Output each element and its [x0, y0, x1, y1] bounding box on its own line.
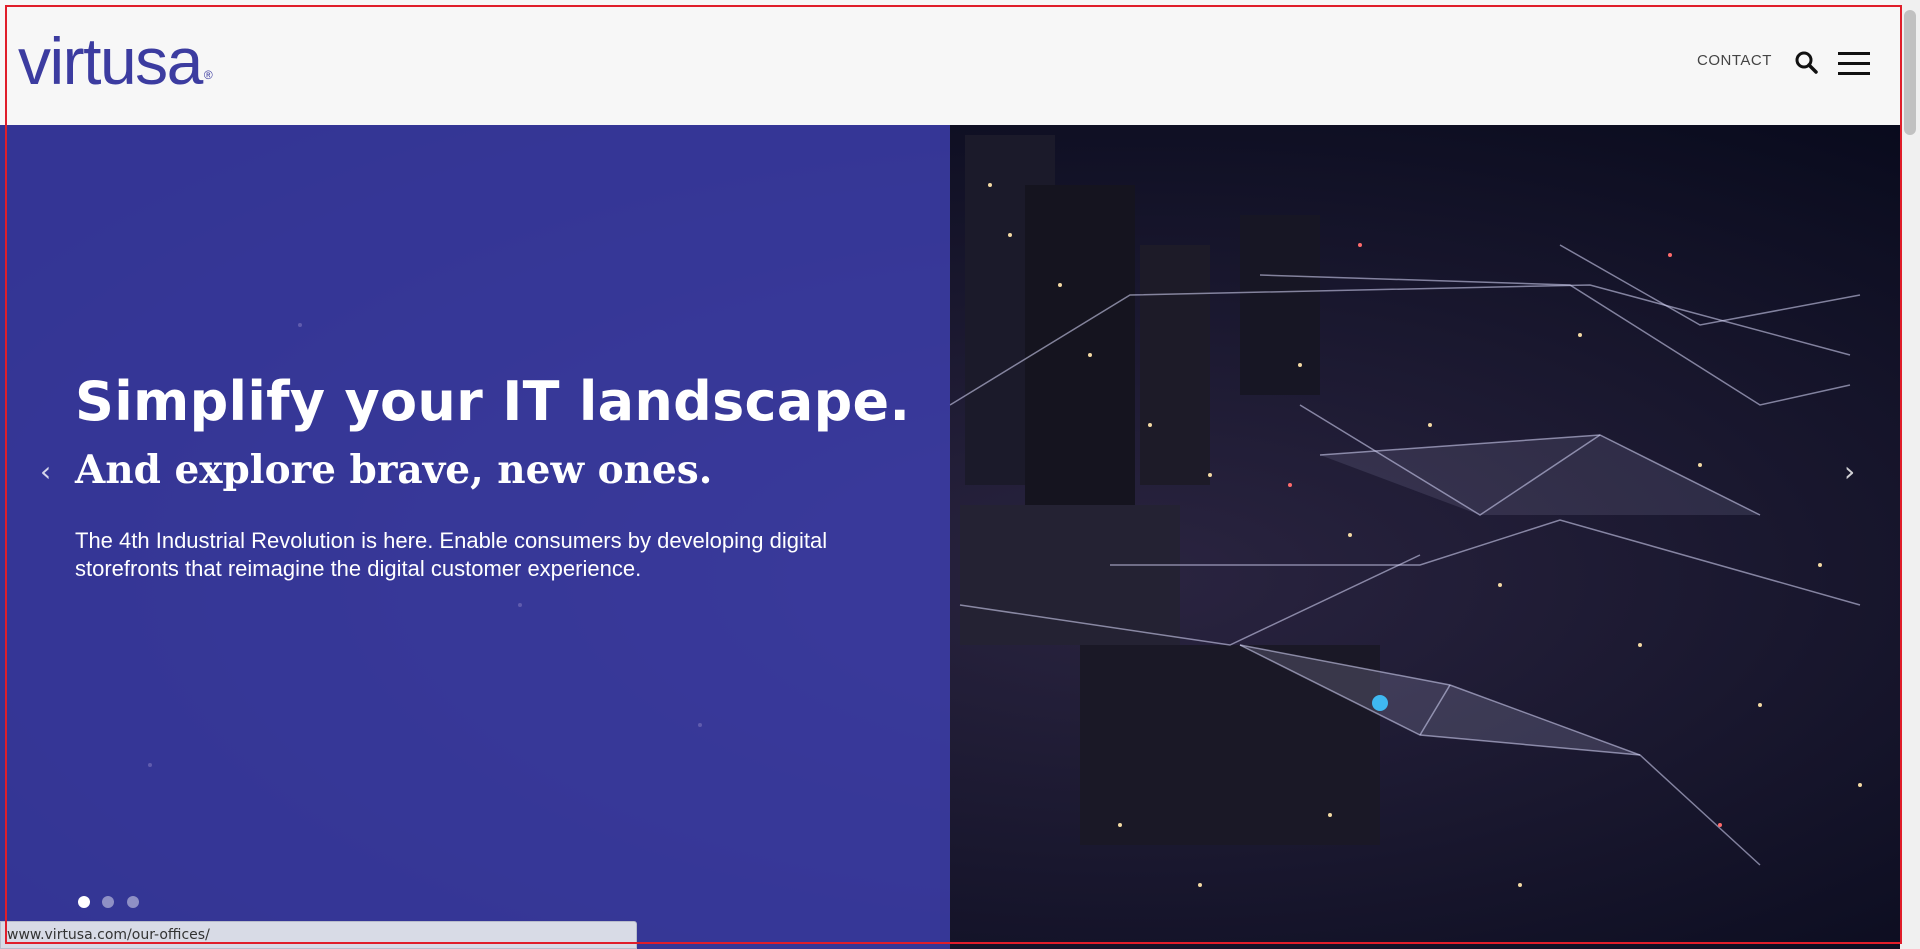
search-button[interactable] [1794, 50, 1818, 74]
carousel-pagination [78, 895, 147, 913]
page-scrollbar[interactable] [1900, 0, 1920, 949]
carousel-next-arrow[interactable]: › [1844, 455, 1855, 488]
hero-carousel: Simplify your IT landscape. And explore … [0, 125, 1900, 949]
search-icon [1795, 51, 1818, 74]
browser-status-bar: www.virtusa.com/our-offices/ [0, 921, 637, 949]
hero-subtitle: And explore brave, new ones. [75, 447, 713, 493]
scrollbar-thumb[interactable] [1904, 10, 1916, 135]
carousel-dot-3[interactable] [126, 896, 139, 908]
site-header: virtusa ® CONTACT [0, 0, 1900, 125]
hamburger-menu-icon [1838, 52, 1870, 55]
registered-mark: ® [203, 68, 213, 82]
logo-text: virtusa [18, 24, 203, 98]
hamburger-menu-button[interactable] [1838, 52, 1870, 76]
carousel-dot-1[interactable] [78, 896, 90, 908]
hero-title: Simplify your IT landscape. [75, 370, 911, 433]
carousel-prev-arrow[interactable]: ‹ [40, 455, 51, 488]
virtusa-logo[interactable]: virtusa ® [18, 28, 213, 94]
hero-description: The 4th Industrial Revolution is here. E… [75, 528, 828, 581]
contact-link[interactable]: CONTACT [1697, 52, 1772, 69]
carousel-dot-2[interactable] [102, 896, 115, 908]
